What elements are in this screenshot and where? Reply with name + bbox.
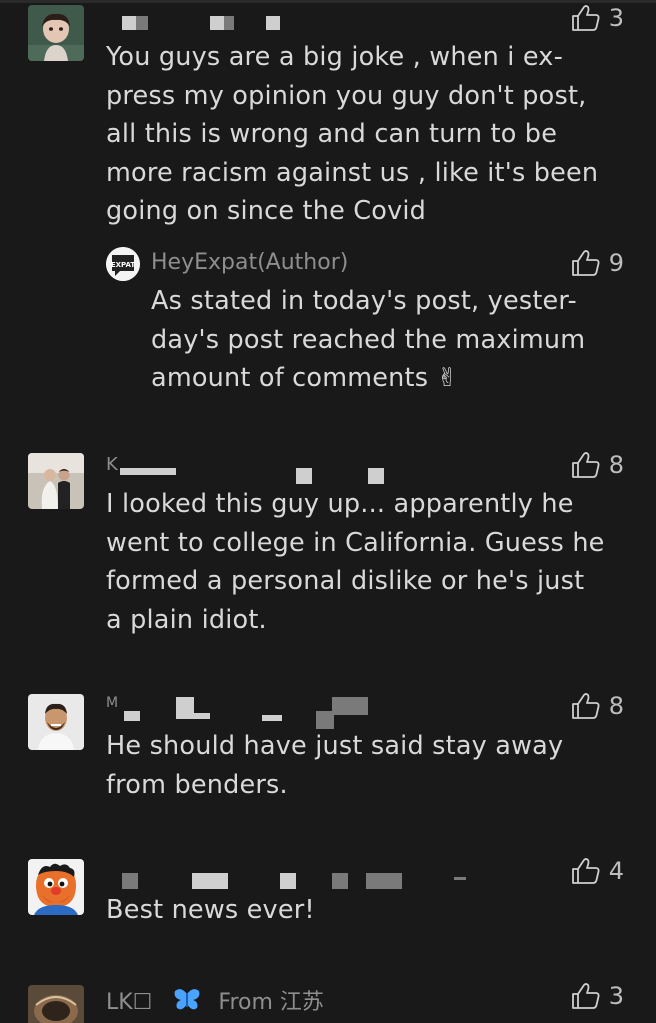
like-count: 3	[608, 982, 624, 1010]
author-logo[interactable]: EXPAT	[106, 247, 140, 281]
thumbs-up-icon	[571, 250, 600, 276]
like-count: 9	[608, 249, 624, 277]
like-button[interactable]: 3	[571, 982, 624, 1010]
like-button[interactable]: 4	[571, 857, 624, 885]
like-count: 3	[608, 4, 624, 32]
like-button[interactable]: 3	[571, 4, 624, 32]
top-divider	[0, 0, 656, 3]
comment-text: He should have just said stay away from …	[106, 731, 564, 800]
butterfly-icon	[173, 988, 201, 1018]
comment-text: I looked this guy up... apparently he we…	[106, 489, 605, 635]
user-name-redacted[interactable]	[106, 12, 306, 36]
like-count: 8	[608, 451, 624, 479]
user-name-redacted[interactable]	[106, 867, 476, 891]
thumbs-up-icon	[571, 452, 600, 478]
avatar[interactable]	[28, 859, 84, 915]
thumbs-up-icon	[571, 5, 600, 31]
user-name-redacted[interactable]: M	[106, 695, 376, 731]
like-button[interactable]: 8	[571, 451, 624, 479]
avatar[interactable]	[28, 985, 84, 1023]
avatar[interactable]	[28, 694, 84, 750]
thumbs-up-icon	[571, 858, 600, 884]
comment-text: You guys are a big joke , when i ex- pre…	[106, 42, 599, 227]
like-count: 8	[608, 692, 624, 720]
avatar[interactable]	[28, 453, 84, 509]
user-name[interactable]: LK☐ From 江苏	[106, 984, 324, 1018]
like-count: 4	[608, 857, 624, 885]
svg-text:EXPAT: EXPAT	[111, 261, 136, 269]
reply-text: As stated in today's post, yester- day's…	[151, 286, 586, 394]
thumbs-up-icon	[571, 693, 600, 719]
thumbs-up-icon	[571, 983, 600, 1009]
location-label: From 江苏	[218, 990, 324, 1015]
user-name-redacted[interactable]: K	[106, 454, 396, 484]
reply-like-button[interactable]: 9	[571, 249, 624, 277]
avatar[interactable]	[28, 5, 84, 61]
like-button[interactable]: 8	[571, 692, 624, 720]
reply-author-name[interactable]: HeyExpat(Author)	[151, 250, 348, 275]
comment-text: Best news ever!	[106, 895, 315, 925]
